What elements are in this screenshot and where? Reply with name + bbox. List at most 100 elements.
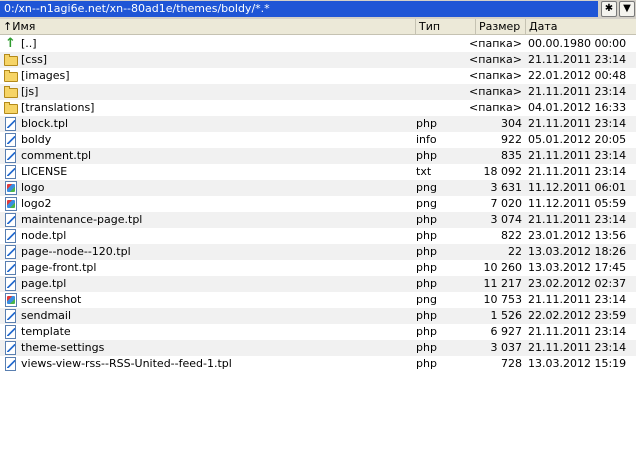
file-date: 11.12.2011 05:59 bbox=[528, 197, 627, 210]
file-row[interactable]: ↑ [..] <папка> 00.00.1980 00:00 bbox=[0, 36, 636, 52]
file-size: 10 260 bbox=[483, 261, 523, 274]
file-icon bbox=[5, 117, 16, 131]
file-name: page.tpl bbox=[21, 277, 67, 290]
file-size: 1 526 bbox=[490, 309, 523, 322]
file-size: 18 092 bbox=[483, 165, 523, 178]
file-type: php bbox=[416, 245, 437, 258]
file-size: 304 bbox=[501, 117, 522, 130]
folder-icon bbox=[4, 102, 18, 114]
file-size: <папка> bbox=[469, 101, 522, 114]
file-size: 922 bbox=[501, 133, 522, 146]
file-date: 21.11.2011 23:14 bbox=[528, 213, 627, 226]
star-icon[interactable]: ✱ bbox=[601, 1, 617, 17]
column-header-type[interactable]: Тип bbox=[416, 19, 476, 34]
file-row[interactable]: [js] <папка> 21.11.2011 23:14 bbox=[0, 84, 636, 100]
file-name: page--node--120.tpl bbox=[21, 245, 131, 258]
file-row[interactable]: [images] <папка> 22.01.2012 00:48 bbox=[0, 68, 636, 84]
file-row[interactable]: comment.tpl php 835 21.11.2011 23:14 bbox=[0, 148, 636, 164]
file-type: info bbox=[416, 133, 437, 146]
file-name: views-view-rss--RSS-United--feed-1.tpl bbox=[21, 357, 232, 370]
file-type: php bbox=[416, 117, 437, 130]
path-field[interactable]: 0:/xn--n1agi6e.net/xn--80ad1e/themes/bol… bbox=[0, 1, 598, 17]
file-row[interactable]: screenshot png 10 753 21.11.2011 23:14 bbox=[0, 292, 636, 308]
dropdown-arrow-icon[interactable]: ▼ bbox=[619, 1, 635, 17]
file-name: maintenance-page.tpl bbox=[21, 213, 143, 226]
file-type: php bbox=[416, 261, 437, 274]
file-type: php bbox=[416, 357, 437, 370]
file-icon bbox=[5, 245, 16, 259]
file-row[interactable]: template php 6 927 21.11.2011 23:14 bbox=[0, 324, 636, 340]
folder-icon bbox=[4, 86, 18, 98]
file-type: php bbox=[416, 277, 437, 290]
file-name: [translations] bbox=[21, 101, 95, 114]
file-row[interactable]: sendmail php 1 526 22.02.2012 23:59 bbox=[0, 308, 636, 324]
column-header-date[interactable]: Дата bbox=[526, 19, 636, 34]
file-list: ↑ [..] <папка> 00.00.1980 00:00 [css] <папка>… bbox=[0, 36, 636, 372]
up-arrow-icon: ↑ bbox=[5, 36, 16, 51]
file-date: 00.00.1980 00:00 bbox=[528, 37, 627, 50]
file-icon bbox=[5, 165, 16, 179]
file-row[interactable]: [translations] <папка> 04.01.2012 16:33 bbox=[0, 100, 636, 116]
file-date: 21.11.2011 23:14 bbox=[528, 149, 627, 162]
file-row[interactable]: [css] <папка> 21.11.2011 23:14 bbox=[0, 52, 636, 68]
file-date: 13.03.2012 18:26 bbox=[528, 245, 627, 258]
file-size: 6 927 bbox=[490, 325, 523, 338]
file-name: theme-settings bbox=[21, 341, 105, 354]
file-date: 23.02.2012 02:37 bbox=[528, 277, 627, 290]
file-date: 21.11.2011 23:14 bbox=[528, 85, 627, 98]
file-row[interactable]: block.tpl php 304 21.11.2011 23:14 bbox=[0, 116, 636, 132]
file-icon bbox=[5, 277, 16, 291]
file-row[interactable]: page.tpl php 11 217 23.02.2012 02:37 bbox=[0, 276, 636, 292]
file-name: block.tpl bbox=[21, 117, 69, 130]
file-date: 22.02.2012 23:59 bbox=[528, 309, 627, 322]
file-size: 10 753 bbox=[483, 293, 523, 306]
file-size: 22 bbox=[508, 245, 522, 258]
file-row[interactable]: boldy info 922 05.01.2012 20:05 bbox=[0, 132, 636, 148]
file-icon bbox=[5, 325, 16, 339]
folder-icon bbox=[4, 70, 18, 82]
file-type: php bbox=[416, 325, 437, 338]
file-row[interactable]: theme-settings php 3 037 21.11.2011 23:14 bbox=[0, 340, 636, 356]
column-header-name[interactable]: ↑Имя bbox=[0, 19, 416, 34]
file-name: boldy bbox=[21, 133, 52, 146]
file-row[interactable]: views-view-rss--RSS-United--feed-1.tpl ph… bbox=[0, 356, 636, 372]
file-row[interactable]: LICENSE txt 18 092 21.11.2011 23:14 bbox=[0, 164, 636, 180]
file-date: 23.01.2012 13:56 bbox=[528, 229, 627, 242]
file-row[interactable]: node.tpl php 822 23.01.2012 13:56 bbox=[0, 228, 636, 244]
file-name: logo2 bbox=[21, 197, 52, 210]
file-row[interactable]: page--node--120.tpl php 22 13.03.2012 18:26 bbox=[0, 244, 636, 260]
file-type: png bbox=[416, 181, 437, 194]
file-type: txt bbox=[416, 165, 432, 178]
file-row[interactable]: maintenance-page.tpl php 3 074 21.11.2011 2… bbox=[0, 212, 636, 228]
file-icon bbox=[5, 341, 16, 355]
file-name: [css] bbox=[21, 53, 48, 66]
image-icon bbox=[5, 181, 17, 195]
file-icon bbox=[5, 261, 16, 275]
file-row[interactable]: page-front.tpl php 10 260 13.03.2012 17:45 bbox=[0, 260, 636, 276]
file-date: 22.01.2012 00:48 bbox=[528, 69, 627, 82]
file-date: 21.11.2011 23:14 bbox=[528, 341, 627, 354]
file-name: [images] bbox=[21, 69, 70, 82]
file-row[interactable]: logo2 png 7 020 11.12.2011 05:59 bbox=[0, 196, 636, 212]
column-header-size[interactable]: Размер bbox=[476, 19, 526, 34]
file-size: 835 bbox=[501, 149, 522, 162]
file-size: 728 bbox=[501, 357, 522, 370]
file-type: php bbox=[416, 213, 437, 226]
file-date: 13.03.2012 15:19 bbox=[528, 357, 627, 370]
file-type: php bbox=[416, 229, 437, 242]
file-size: <папка> bbox=[469, 69, 522, 82]
file-name: screenshot bbox=[21, 293, 82, 306]
file-size: 3 631 bbox=[490, 181, 523, 194]
file-size: <папка> bbox=[469, 85, 522, 98]
file-name: comment.tpl bbox=[21, 149, 92, 162]
file-size: 3 037 bbox=[490, 341, 523, 354]
file-size: 822 bbox=[501, 229, 522, 242]
folder-icon bbox=[4, 54, 18, 66]
file-icon bbox=[5, 357, 16, 371]
column-header: ↑Имя Тип Размер Дата bbox=[0, 19, 636, 35]
file-row[interactable]: logo png 3 631 11.12.2011 06:01 bbox=[0, 180, 636, 196]
file-size: <папка> bbox=[469, 37, 522, 50]
file-date: 21.11.2011 23:14 bbox=[528, 53, 627, 66]
file-icon bbox=[5, 229, 16, 243]
file-date: 21.11.2011 23:14 bbox=[528, 325, 627, 338]
